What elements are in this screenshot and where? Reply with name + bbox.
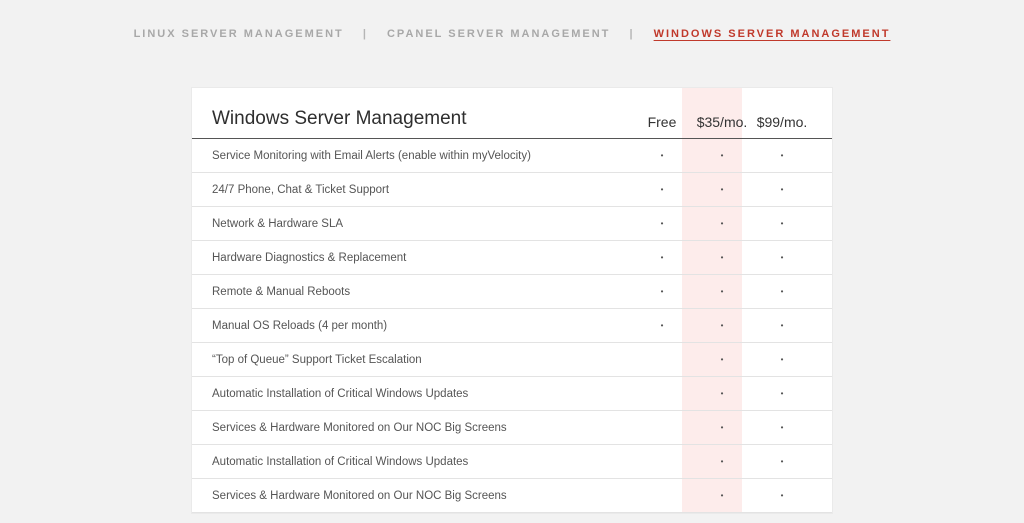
plan-cell: • [752,287,812,296]
tabs-nav: LINUX SERVER MANAGEMENT | CPANEL SERVER … [0,0,1024,40]
plan-cell: • [752,355,812,364]
plan-cell: • [632,287,692,296]
plan-cell: • [692,151,752,160]
plan-cell: • [752,423,812,432]
pricing-table: Windows Server Management Free $35/mo. $… [192,88,832,513]
feature-label: Remote & Manual Reboots [212,286,632,298]
plan-cell: • [632,185,692,194]
plan-cell: • [632,219,692,228]
tab-separator: | [363,28,368,40]
column-header-free: Free [632,114,692,130]
feature-label: Services & Hardware Monitored on Our NOC… [212,422,632,434]
table-header-row: Windows Server Management Free $35/mo. $… [192,88,832,139]
plan-cell: • [692,219,752,228]
plan-cell: • [692,321,752,330]
column-header-35: $35/mo. [692,114,752,130]
tab-linux[interactable]: LINUX SERVER MANAGEMENT [130,28,348,40]
table-row: Services & Hardware Monitored on Our NOC… [192,479,832,513]
table-row: Hardware Diagnostics & Replacement••• [192,241,832,275]
plan-cell: • [632,253,692,262]
table-row: Services & Hardware Monitored on Our NOC… [192,411,832,445]
feature-label: “Top of Queue” Support Ticket Escalation [212,354,632,366]
plan-cell: • [692,185,752,194]
plan-cell: • [632,321,692,330]
feature-label: 24/7 Phone, Chat & Ticket Support [212,184,632,196]
feature-label: Service Monitoring with Email Alerts (en… [212,150,632,162]
plan-cell: • [692,253,752,262]
tab-separator: | [629,28,634,40]
table-row: Manual OS Reloads (4 per month)••• [192,309,832,343]
tab-cpanel[interactable]: CPANEL SERVER MANAGEMENT [383,28,614,40]
table-row: Network & Hardware SLA••• [192,207,832,241]
plan-cell: • [752,185,812,194]
feature-label: Manual OS Reloads (4 per month) [212,320,632,332]
table-row: 24/7 Phone, Chat & Ticket Support••• [192,173,832,207]
plan-cell: • [752,389,812,398]
feature-label: Network & Hardware SLA [212,218,632,230]
tab-windows[interactable]: WINDOWS SERVER MANAGEMENT [650,28,895,40]
feature-label: Automatic Installation of Critical Windo… [212,456,632,468]
plan-cell: • [752,457,812,466]
plan-cell: • [752,321,812,330]
table-row: Service Monitoring with Email Alerts (en… [192,139,832,173]
feature-label: Services & Hardware Monitored on Our NOC… [212,490,632,502]
column-header-99: $99/mo. [752,114,812,130]
table-row: Automatic Installation of Critical Windo… [192,377,832,411]
plan-cell: • [632,151,692,160]
plan-cell: • [752,491,812,500]
plan-cell: • [752,253,812,262]
plan-cell: • [692,389,752,398]
plan-cell: • [752,151,812,160]
plan-cell: • [692,423,752,432]
plan-cell: • [692,355,752,364]
plan-cell: • [692,457,752,466]
plan-cell: • [692,287,752,296]
table-row: Automatic Installation of Critical Windo… [192,445,832,479]
feature-label: Hardware Diagnostics & Replacement [212,252,632,264]
table-row: “Top of Queue” Support Ticket Escalation… [192,343,832,377]
plan-cell: • [752,219,812,228]
table-row: Remote & Manual Reboots••• [192,275,832,309]
feature-label: Automatic Installation of Critical Windo… [212,388,632,400]
table-title: Windows Server Management [212,108,632,130]
plan-cell: • [692,491,752,500]
